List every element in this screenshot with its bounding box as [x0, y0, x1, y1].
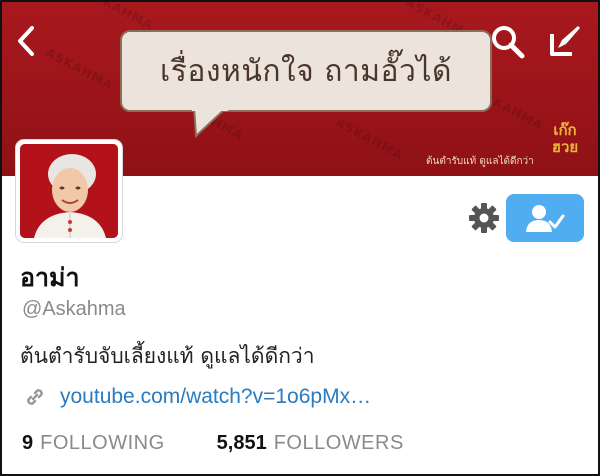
user-check-icon	[526, 205, 565, 232]
banner-watermark: ASKAHMA	[83, 2, 156, 33]
speech-bubble-tail	[192, 108, 228, 138]
profile-bio: ต้นตำรับจับเลี้ยงแท้ ดูแลได้ดีกว่า	[20, 344, 315, 368]
search-icon	[492, 26, 525, 59]
followers-stat[interactable]: 5,851 FOLLOWERS	[217, 432, 404, 455]
avatar[interactable]	[16, 140, 122, 242]
banner-watermark: ASKAHMA	[333, 115, 406, 163]
svg-text:ฮวย: ฮวย	[552, 138, 578, 156]
following-count: 9	[22, 432, 34, 454]
banner-watermark: ASKAHMA	[43, 45, 116, 93]
profile-link[interactable]: youtube.com/watch?v=1o6pMx…	[60, 385, 371, 409]
followers-label: FOLLOWERS	[273, 432, 404, 454]
avatar-image	[20, 144, 118, 238]
brand-logo: เก๊ก ฮวย	[540, 120, 590, 156]
settings-button[interactable]	[468, 202, 500, 234]
following-button[interactable]	[506, 194, 584, 242]
speech-bubble: เรื่องหนักใจ ถามอั๊วได้	[120, 30, 492, 112]
following-stat[interactable]: 9 FOLLOWING	[22, 432, 165, 455]
speech-bubble-text: เรื่องหนักใจ ถามอั๊วได้	[160, 53, 452, 89]
profile-stats: 9 FOLLOWING 5,851 FOLLOWERS	[22, 432, 404, 455]
profile-handle: @Askahma	[22, 298, 126, 320]
search-button[interactable]	[490, 24, 526, 60]
compose-button[interactable]	[546, 22, 584, 60]
banner-slogan: ต้นตำรับแท้ ดูแลได้ดีกว่า	[426, 156, 534, 167]
following-label: FOLLOWING	[40, 432, 165, 454]
gear-icon	[469, 203, 499, 233]
link-icon	[24, 386, 46, 408]
followers-count: 5,851	[216, 432, 267, 454]
profile-name: อาม่า	[20, 263, 80, 292]
svg-text:เก๊ก: เก๊ก	[553, 121, 576, 139]
chevron-left-icon	[18, 26, 34, 56]
compose-icon	[550, 26, 580, 56]
back-button[interactable]	[12, 24, 42, 58]
